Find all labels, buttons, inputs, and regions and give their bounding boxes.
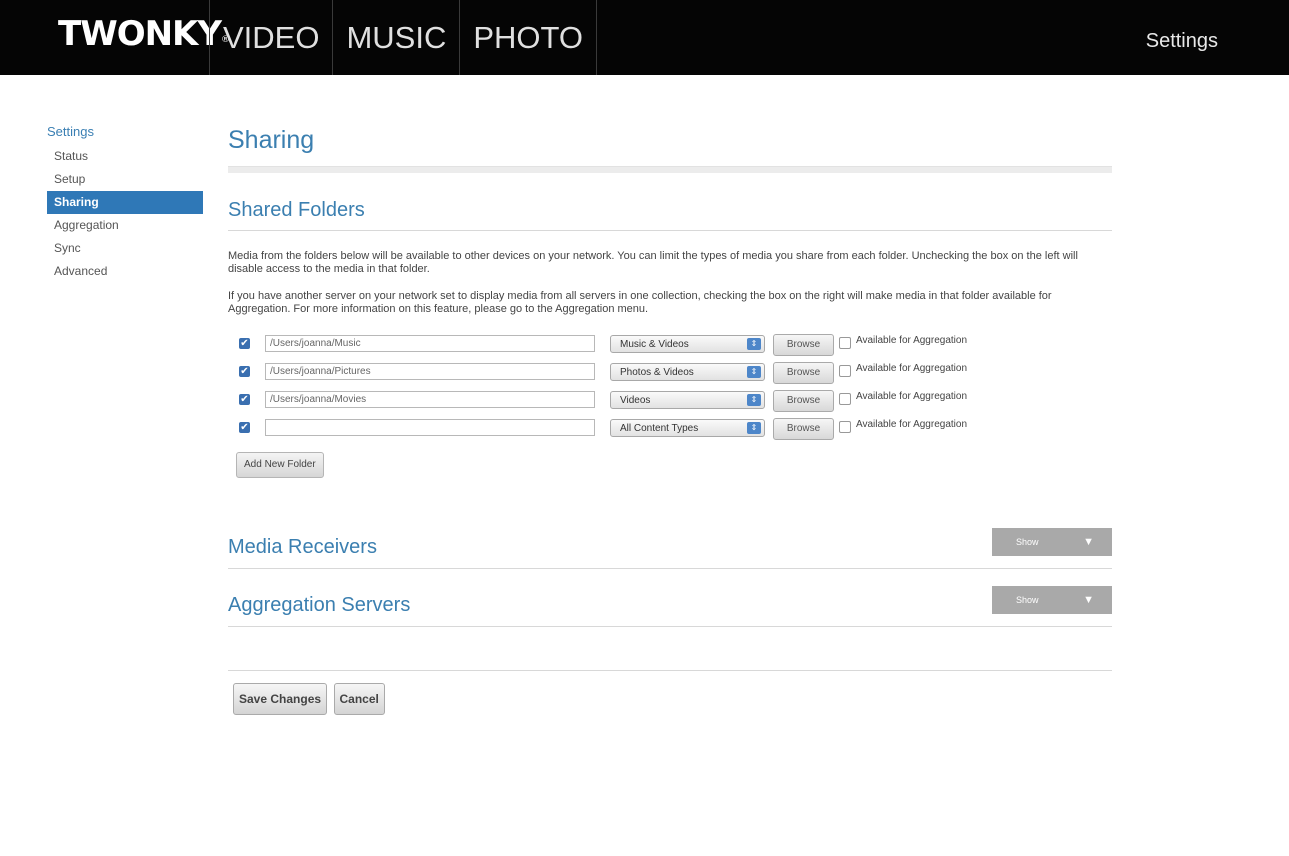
- tab-photo[interactable]: PHOTO: [459, 0, 598, 75]
- main-nav: VIDEO MUSIC PHOTO: [209, 0, 598, 75]
- section-divider: [228, 626, 1112, 627]
- show-label: Show: [1016, 537, 1039, 547]
- aggregation-checkbox[interactable]: [839, 337, 851, 349]
- tab-music[interactable]: MUSIC: [332, 0, 459, 75]
- check-icon: ✔: [240, 422, 249, 433]
- media-type-select[interactable]: Music & Videos ⇕: [610, 335, 765, 353]
- media-type-select[interactable]: Photos & Videos ⇕: [610, 363, 765, 381]
- folder-list: ✔ Music & Videos ⇕ Browse Available for …: [228, 332, 1112, 444]
- sidebar-item-advanced[interactable]: Advanced: [47, 260, 203, 283]
- logo-text: TWONKY: [58, 14, 222, 54]
- section-divider: [228, 230, 1112, 231]
- shared-folders-description: Media from the folders below will be ava…: [228, 250, 1078, 275]
- aggregation-checkbox[interactable]: [839, 365, 851, 377]
- folder-row: ✔ Photos & Videos ⇕ Browse Available for…: [239, 360, 1112, 388]
- title-divider: [228, 166, 1112, 173]
- section-divider: [228, 568, 1112, 569]
- settings-sidebar: Settings Status Setup Sharing Aggregatio…: [47, 124, 203, 283]
- sidebar-item-sync[interactable]: Sync: [47, 237, 203, 260]
- aggregation-label: Available for Aggregation: [856, 363, 968, 374]
- media-type-value: Photos & Videos: [620, 367, 694, 378]
- aggregation-description: If you have another server on your netwo…: [228, 290, 1052, 315]
- sidebar-item-aggregation[interactable]: Aggregation: [47, 214, 203, 237]
- aggregation-label: Available for Aggregation: [856, 335, 968, 346]
- updown-arrow-icon: ⇕: [747, 366, 761, 378]
- main-content: Sharing Shared Folders Media from the fo…: [228, 120, 1112, 715]
- folder-path-input[interactable]: [265, 391, 595, 408]
- media-receivers-heading: Media Receivers: [228, 536, 377, 558]
- check-icon: ✔: [240, 338, 249, 349]
- media-type-value: Music & Videos: [620, 339, 689, 350]
- aggregation-label: Available for Aggregation: [856, 419, 968, 430]
- aggregation-servers-heading: Aggregation Servers: [228, 594, 411, 616]
- triangle-down-icon: ▼: [1083, 594, 1094, 606]
- settings-link[interactable]: Settings: [1146, 0, 1218, 82]
- save-changes-button[interactable]: Save Changes: [233, 683, 328, 715]
- add-new-folder-button[interactable]: Add New Folder: [236, 452, 324, 478]
- updown-arrow-icon: ⇕: [747, 338, 761, 350]
- sidebar-item-status[interactable]: Status: [47, 145, 203, 168]
- sidebar-item-sharing[interactable]: Sharing: [47, 191, 203, 214]
- folder-enabled-checkbox[interactable]: ✔: [239, 422, 250, 433]
- browse-button[interactable]: Browse: [773, 418, 834, 440]
- media-type-value: Videos: [620, 395, 651, 406]
- folder-enabled-checkbox[interactable]: ✔: [239, 338, 250, 349]
- folder-row: ✔ Music & Videos ⇕ Browse Available for …: [239, 332, 1112, 360]
- footer-divider: [228, 670, 1112, 671]
- updown-arrow-icon: ⇕: [747, 422, 761, 434]
- form-actions: Save Changes Cancel: [233, 683, 1112, 715]
- twonky-logo[interactable]: TWONKY®: [58, 11, 230, 57]
- folder-enabled-checkbox[interactable]: ✔: [239, 366, 250, 377]
- show-label: Show: [1016, 595, 1039, 605]
- aggregation-checkbox[interactable]: [839, 421, 851, 433]
- folder-path-input[interactable]: [265, 363, 595, 380]
- triangle-down-icon: ▼: [1083, 536, 1094, 548]
- folder-enabled-checkbox[interactable]: ✔: [239, 394, 250, 405]
- cancel-button[interactable]: Cancel: [333, 683, 385, 715]
- media-receivers-show-button[interactable]: Show ▼: [992, 528, 1112, 556]
- folder-row: ✔ All Content Types ⇕ Browse Available f…: [239, 416, 1112, 444]
- media-type-select[interactable]: All Content Types ⇕: [610, 419, 765, 437]
- browse-button[interactable]: Browse: [773, 362, 834, 384]
- check-icon: ✔: [240, 366, 249, 377]
- aggregation-servers-section: Aggregation Servers Show ▼: [228, 584, 1112, 626]
- aggregation-checkbox[interactable]: [839, 393, 851, 405]
- sidebar-title[interactable]: Settings: [47, 124, 203, 145]
- folder-row: ✔ Videos ⇕ Browse Available for Aggregat…: [239, 388, 1112, 416]
- page-title: Sharing: [228, 126, 315, 154]
- media-receivers-section: Media Receivers Show ▼: [228, 526, 1112, 568]
- media-type-value: All Content Types: [620, 423, 699, 434]
- tab-video[interactable]: VIDEO: [209, 0, 332, 75]
- top-bar: TWONKY® VIDEO MUSIC PHOTO Settings: [0, 0, 1289, 75]
- folder-path-input[interactable]: [265, 335, 595, 352]
- media-type-select[interactable]: Videos ⇕: [610, 391, 765, 409]
- sidebar-item-setup[interactable]: Setup: [47, 168, 203, 191]
- updown-arrow-icon: ⇕: [747, 394, 761, 406]
- check-icon: ✔: [240, 394, 249, 405]
- folder-path-input[interactable]: [265, 419, 595, 436]
- browse-button[interactable]: Browse: [773, 334, 834, 356]
- aggregation-label: Available for Aggregation: [856, 391, 968, 402]
- aggregation-servers-show-button[interactable]: Show ▼: [992, 586, 1112, 614]
- browse-button[interactable]: Browse: [773, 390, 834, 412]
- shared-folders-heading: Shared Folders: [228, 199, 365, 221]
